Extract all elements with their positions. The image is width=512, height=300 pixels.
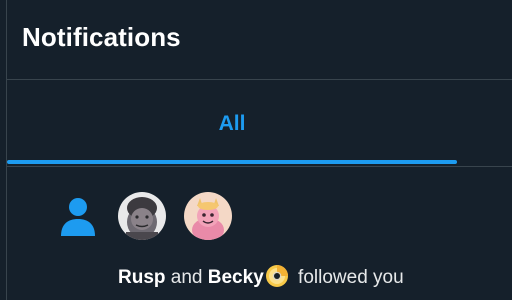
tab-bar: All	[7, 80, 512, 167]
username-rusp[interactable]: Rusp	[118, 267, 166, 288]
avatar-becky[interactable]	[184, 192, 232, 240]
notification-text: Rusp and Becky followed you	[118, 264, 404, 289]
active-tab-indicator	[7, 160, 457, 164]
notification-item[interactable]: Rusp and Becky followed you	[7, 168, 512, 300]
tab-all[interactable]: All	[7, 80, 457, 166]
username-becky[interactable]: Becky	[208, 267, 264, 288]
cd-disc-emoji-icon	[265, 264, 289, 288]
tab-all-label: All	[218, 112, 246, 135]
person-icon	[58, 196, 98, 238]
avatar-rusp[interactable]	[118, 192, 166, 240]
page-header: Notifications	[7, 0, 512, 80]
action-text: followed you	[298, 267, 404, 288]
connector-text: and	[170, 267, 203, 288]
page-title: Notifications	[22, 22, 181, 52]
